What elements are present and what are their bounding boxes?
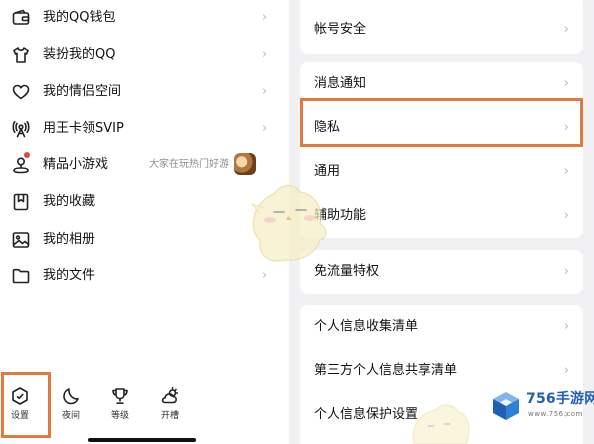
night-mode-tool-button[interactable]: 夜间 bbox=[53, 386, 89, 426]
settings-card-data: 免流量特权 › bbox=[300, 250, 583, 294]
row-label: 消息通知 bbox=[314, 76, 367, 91]
menu-item-label: 精品小游戏 bbox=[43, 157, 109, 172]
tool-label: 夜间 bbox=[61, 411, 80, 421]
settings-card-account: 帐号安全 › bbox=[300, 0, 583, 54]
settings-card-general: 消息通知 › 隐私 › 通用 › 辅助功能 › bbox=[300, 62, 583, 238]
shirt-icon bbox=[11, 45, 31, 65]
menu-item-couple-space[interactable]: 我的情侣空间 › bbox=[0, 74, 289, 110]
heart-icon bbox=[11, 82, 31, 102]
free-data-row[interactable]: 免流量特权 › bbox=[300, 250, 583, 294]
chevron-right-icon: › bbox=[262, 84, 268, 99]
folder-icon bbox=[11, 266, 31, 286]
chevron-right-icon: › bbox=[262, 10, 268, 25]
tool-label: 设置 bbox=[10, 411, 29, 421]
chevron-right-icon: › bbox=[563, 319, 569, 334]
weather-icon bbox=[160, 386, 180, 406]
menu-item-label: 我的情侣空间 bbox=[43, 84, 122, 99]
tool-label: 开槽 bbox=[160, 411, 179, 421]
menu-item-label: 我的QQ钱包 bbox=[43, 10, 116, 25]
game-thumbnail bbox=[234, 153, 256, 175]
chevron-right-icon: › bbox=[563, 22, 569, 37]
trophy-icon bbox=[110, 386, 130, 406]
notifications-row[interactable]: 消息通知 › bbox=[300, 62, 583, 106]
weather-tool-button[interactable]: 开槽 bbox=[152, 386, 188, 426]
chevron-right-icon: › bbox=[563, 120, 569, 135]
moon-icon bbox=[61, 386, 81, 406]
settings-hexagon-icon bbox=[10, 386, 30, 406]
settings-tool-button[interactable]: 设置 bbox=[2, 386, 38, 426]
chevron-right-icon: › bbox=[563, 208, 569, 223]
privacy-row[interactable]: 隐私 › bbox=[300, 106, 583, 150]
menu-item-label: 用王卡领SVIP bbox=[43, 121, 124, 136]
antenna-icon bbox=[11, 119, 31, 139]
menu-item-label: 我的相册 bbox=[43, 232, 96, 247]
chevron-right-icon: › bbox=[563, 76, 569, 91]
menu-item-wallet[interactable]: 我的QQ钱包 › bbox=[0, 0, 289, 36]
menu-item-label: 我的收藏 bbox=[43, 194, 96, 209]
info-collection-list-row[interactable]: 个人信息收集清单 › bbox=[300, 305, 583, 349]
home-indicator bbox=[88, 438, 196, 442]
account-security-row[interactable]: 帐号安全 › bbox=[300, 0, 583, 54]
row-label: 第三方个人信息共享清单 bbox=[314, 363, 458, 378]
menu-item-king-card-svip[interactable]: 用王卡领SVIP › bbox=[0, 111, 289, 147]
row-label: 帐号安全 bbox=[314, 22, 367, 37]
chevron-right-icon: › bbox=[563, 363, 569, 378]
notification-dot bbox=[24, 152, 30, 158]
site-name: 756手游网 bbox=[526, 391, 594, 407]
bookmark-icon bbox=[11, 192, 31, 212]
menu-item-dress-up[interactable]: 装扮我的QQ › bbox=[0, 37, 289, 73]
chevron-right-icon: › bbox=[262, 47, 268, 62]
row-label: 个人信息收集清单 bbox=[314, 319, 419, 334]
general-row[interactable]: 通用 › bbox=[300, 150, 583, 194]
menu-item-label: 我的文件 bbox=[43, 268, 96, 283]
chevron-right-icon: › bbox=[262, 121, 268, 136]
tool-label: 等级 bbox=[110, 411, 129, 421]
row-label: 个人信息保护设置 bbox=[314, 407, 419, 422]
chevron-right-icon: › bbox=[563, 164, 569, 179]
settings-page: 帐号安全 › 消息通知 › 隐私 › 通用 › 辅助功能 › 免流量特权 › 个… bbox=[289, 0, 594, 444]
site-watermark: 756手游网 www.756.com bbox=[490, 386, 594, 428]
mascot-watermark-small bbox=[404, 398, 474, 444]
photo-icon bbox=[11, 230, 31, 250]
joystick-icon bbox=[11, 155, 31, 175]
level-tool-button[interactable]: 等级 bbox=[102, 386, 138, 426]
wallet-icon bbox=[11, 8, 31, 28]
cube-logo-icon bbox=[490, 390, 522, 422]
chevron-right-icon: › bbox=[563, 264, 569, 279]
accessibility-row[interactable]: 辅助功能 › bbox=[300, 194, 583, 238]
promo-hint: 大家在玩热门好游 bbox=[149, 159, 229, 170]
site-url: www.756.com bbox=[528, 410, 583, 418]
mascot-watermark bbox=[240, 178, 332, 270]
row-label: 隐私 bbox=[314, 120, 341, 135]
menu-item-label: 装扮我的QQ bbox=[43, 47, 116, 62]
